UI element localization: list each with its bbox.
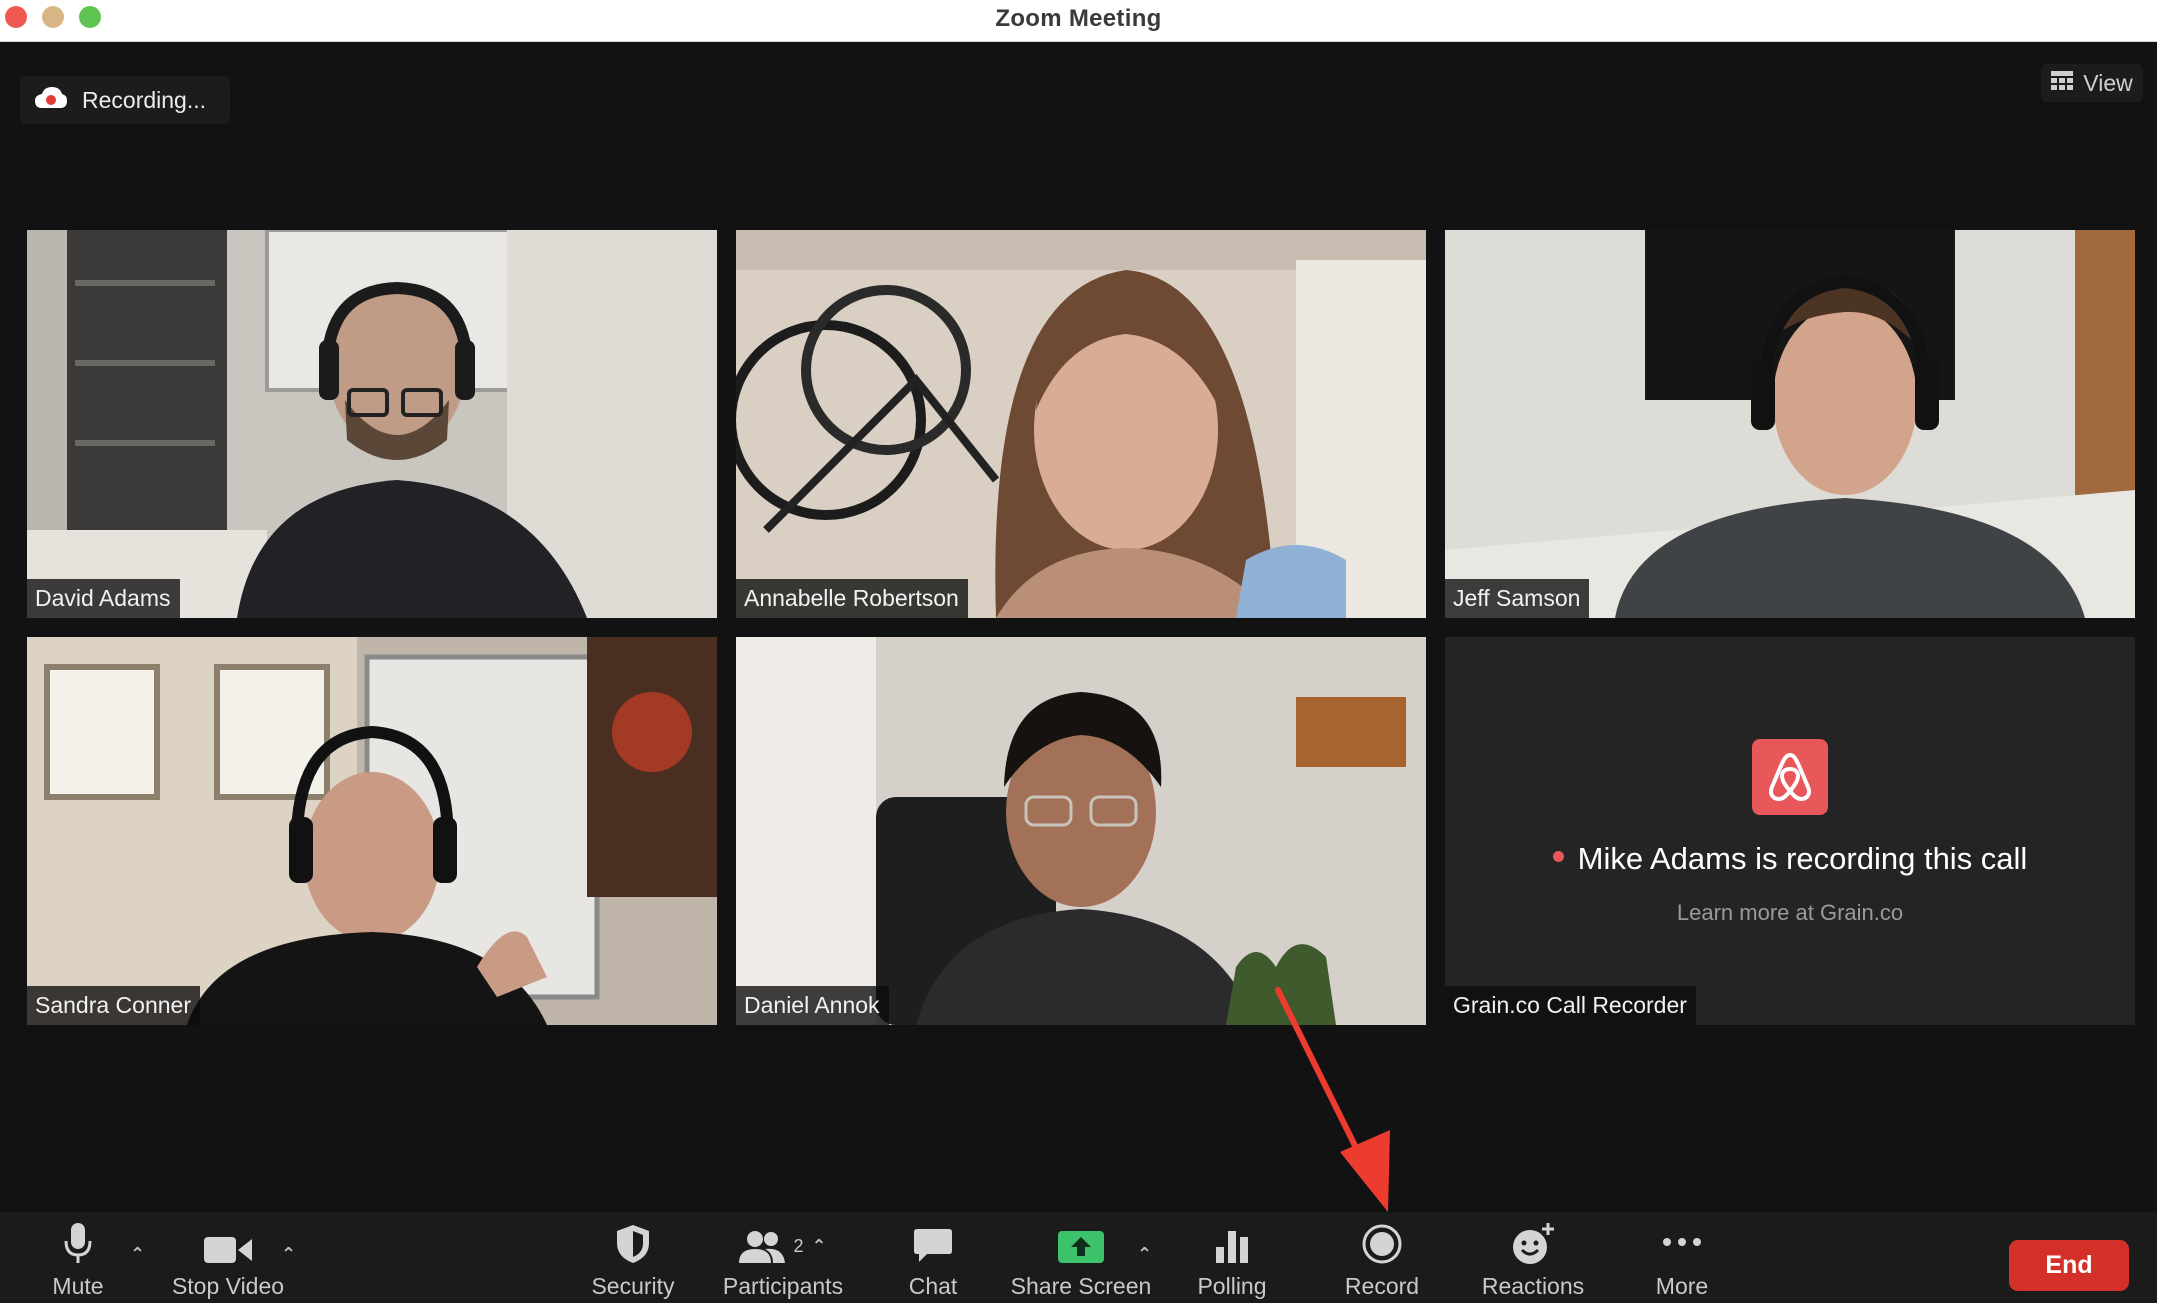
- mute-label: Mute: [52, 1273, 104, 1299]
- grain-learn-more-link[interactable]: Learn more at Grain.co: [1445, 900, 2135, 926]
- more-dots-icon: [1663, 1237, 1701, 1246]
- video-tile-daniel-annok[interactable]: Daniel Annok: [736, 637, 1426, 1025]
- participants-label: Participants: [722, 1273, 844, 1299]
- stop-video-button[interactable]: Stop Video: [168, 1218, 288, 1300]
- participant-video: [27, 637, 717, 1025]
- recording-dot-icon: [1552, 851, 1564, 863]
- video-tile-david-adams[interactable]: David Adams: [27, 230, 717, 618]
- shield-icon: [617, 1225, 649, 1263]
- more-button[interactable]: More: [1642, 1218, 1722, 1300]
- chat-label: Chat: [908, 1273, 958, 1299]
- participant-video: [736, 230, 1426, 618]
- participant-name-label: Jeff Samson: [1445, 579, 1590, 618]
- record-button[interactable]: Record: [1338, 1218, 1426, 1300]
- mute-button[interactable]: Mute: [45, 1218, 111, 1300]
- view-label: View: [2083, 69, 2133, 96]
- cloud-recording-icon: [34, 86, 68, 115]
- video-tile-sandra-conner[interactable]: Sandra Conner: [27, 637, 717, 1025]
- video-tile-grain-recorder[interactable]: Mike Adams is recording this call Learn …: [1445, 637, 2135, 1025]
- microphone-icon: [64, 1223, 92, 1263]
- polling-bars-icon: [1216, 1231, 1248, 1263]
- participants-icon: [739, 1230, 786, 1263]
- window-titlebar: Zoom Meeting: [0, 0, 2157, 42]
- view-button[interactable]: View: [2041, 64, 2143, 102]
- record-label: Record: [1344, 1273, 1420, 1299]
- chat-bubble-icon: [914, 1229, 952, 1262]
- chat-button[interactable]: Chat: [898, 1218, 968, 1300]
- record-icon: [1362, 1224, 1402, 1264]
- share-screen-button[interactable]: Share Screen: [1006, 1218, 1156, 1300]
- participant-name-label: Annabelle Robertson: [736, 579, 968, 618]
- share-screen-options-caret[interactable]: ⌃: [1137, 1244, 1152, 1265]
- stop-video-label: Stop Video: [171, 1273, 285, 1299]
- more-label: More: [1655, 1273, 1709, 1299]
- end-meeting-button[interactable]: End: [2009, 1240, 2129, 1291]
- participant-video: [736, 637, 1426, 1025]
- recording-notice: Mike Adams is recording this call: [1445, 841, 2135, 877]
- window-title: Zoom Meeting: [995, 5, 1162, 32]
- meeting-toolbar: Mute ⌃ Stop Video ⌃ Security 2 ⌃ Partici…: [0, 1212, 2157, 1303]
- participant-name-label: Sandra Conner: [27, 986, 200, 1025]
- participants-button[interactable]: 2 ⌃ Participants: [718, 1218, 848, 1300]
- video-tile-jeff-samson[interactable]: Jeff Samson: [1445, 230, 2135, 618]
- audio-options-caret[interactable]: ⌃: [130, 1244, 145, 1265]
- video-tile-annabelle-robertson[interactable]: Annabelle Robertson: [736, 230, 1426, 618]
- annotation-arrow: [1275, 987, 1390, 1212]
- airbnb-logo-icon: [1768, 753, 1812, 801]
- share-screen-label: Share Screen: [1010, 1273, 1152, 1299]
- participant-video: [1445, 230, 2135, 618]
- recording-notice-text: Mike Adams is recording this call: [1577, 841, 2028, 876]
- participant-video: [27, 230, 717, 618]
- recording-label: Recording...: [82, 86, 207, 113]
- participant-name-label: Daniel Annok: [736, 986, 889, 1025]
- participants-options-caret[interactable]: ⌃: [811, 1236, 826, 1257]
- security-button[interactable]: Security: [588, 1218, 678, 1300]
- security-label: Security: [591, 1273, 675, 1299]
- grain-logo: [1752, 739, 1828, 815]
- reactions-label: Reactions: [1481, 1273, 1585, 1299]
- share-screen-icon: [1058, 1231, 1104, 1263]
- reactions-icon: [1513, 1223, 1554, 1264]
- video-options-caret[interactable]: ⌃: [281, 1244, 296, 1265]
- polling-button[interactable]: Polling: [1192, 1218, 1272, 1300]
- reactions-button[interactable]: Reactions: [1478, 1218, 1588, 1300]
- cloud-recording-indicator[interactable]: Recording...: [20, 76, 230, 124]
- participant-count-badge: 2: [793, 1236, 804, 1256]
- video-camera-icon: [204, 1237, 252, 1263]
- polling-label: Polling: [1197, 1273, 1267, 1299]
- participant-name-label: Grain.co Call Recorder: [1445, 986, 1696, 1025]
- participant-name-label: David Adams: [27, 579, 180, 618]
- grid-view-icon: [2051, 70, 2074, 97]
